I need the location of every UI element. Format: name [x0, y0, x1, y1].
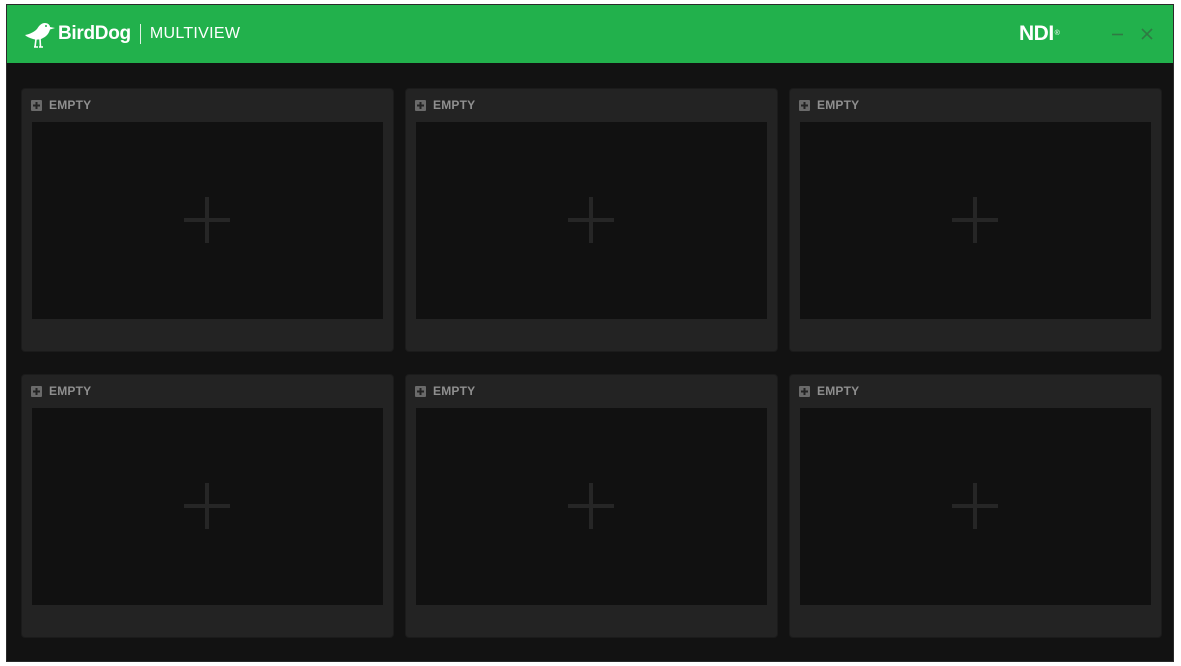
add-source-icon	[415, 385, 426, 397]
panel-label: EMPTY	[817, 384, 860, 398]
add-icon	[568, 197, 614, 243]
panel-header[interactable]: EMPTY	[799, 97, 859, 113]
multiview-grid: EMPTY EMPTY EMPTY EMPTY EMPTY EMPTY	[7, 63, 1173, 663]
panel-header[interactable]: EMPTY	[415, 383, 475, 399]
add-icon	[184, 483, 230, 529]
minimize-button[interactable]	[1108, 24, 1128, 44]
panel-label: EMPTY	[49, 98, 92, 112]
source-preview[interactable]	[32, 122, 383, 319]
source-preview[interactable]	[32, 408, 383, 605]
panel-label: EMPTY	[433, 98, 476, 112]
panel-header[interactable]: EMPTY	[31, 383, 91, 399]
source-preview[interactable]	[800, 408, 1151, 605]
source-panel-4: EMPTY	[22, 375, 393, 637]
panel-label: EMPTY	[49, 384, 92, 398]
source-panel-2: EMPTY	[406, 89, 777, 351]
ndi-registered-mark: ®	[1054, 30, 1060, 37]
add-icon	[952, 483, 998, 529]
add-icon	[184, 197, 230, 243]
source-panel-3: EMPTY	[790, 89, 1161, 351]
app-brand: BirdDog MULTIVIEW	[21, 17, 240, 51]
close-icon	[1141, 28, 1153, 40]
panel-header[interactable]: EMPTY	[415, 97, 475, 113]
source-panel-5: EMPTY	[406, 375, 777, 637]
panel-header[interactable]: EMPTY	[799, 383, 859, 399]
add-icon	[952, 197, 998, 243]
ndi-logo-text: NDI	[1019, 22, 1054, 45]
birddog-logo-icon	[25, 23, 55, 48]
source-panel-1: EMPTY	[22, 89, 393, 351]
add-source-icon	[31, 99, 42, 111]
add-source-icon	[799, 385, 810, 397]
add-source-icon	[31, 385, 42, 397]
brand-divider	[139, 24, 141, 44]
product-name: MULTIVIEW	[149, 25, 241, 42]
add-icon	[568, 483, 614, 529]
panel-header[interactable]: EMPTY	[31, 97, 91, 113]
source-preview[interactable]	[416, 122, 767, 319]
minimize-icon	[1112, 33, 1123, 36]
brand-name: BirdDog	[58, 23, 131, 44]
add-source-icon	[799, 99, 810, 111]
title-bar: BirdDog MULTIVIEW NDI®	[7, 5, 1173, 63]
panel-label: EMPTY	[433, 384, 476, 398]
multiview-window: BirdDog MULTIVIEW NDI® EMPTY EMPTY EMPTY…	[6, 4, 1174, 662]
add-source-icon	[415, 99, 426, 111]
panel-label: EMPTY	[817, 98, 860, 112]
ndi-logo: NDI®	[1019, 22, 1060, 46]
source-panel-6: EMPTY	[790, 375, 1161, 637]
close-button[interactable]	[1137, 24, 1157, 44]
source-preview[interactable]	[416, 408, 767, 605]
source-preview[interactable]	[800, 122, 1151, 319]
